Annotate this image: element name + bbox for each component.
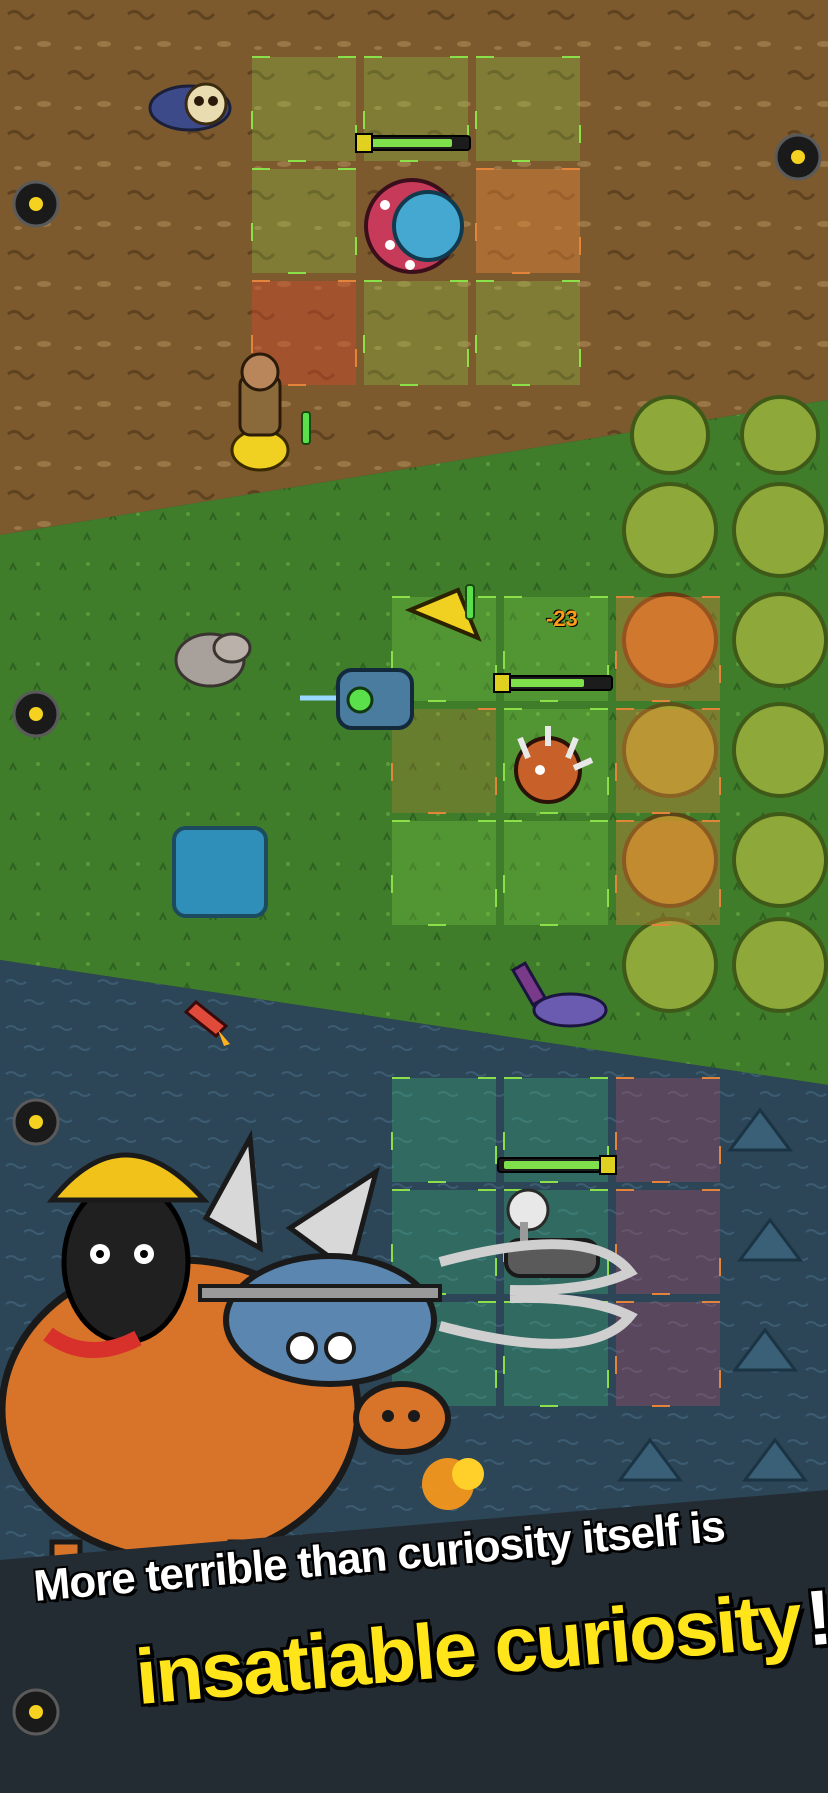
waypoint-marker-icon[interactable] (12, 690, 60, 738)
waypoint-marker-icon[interactable] (12, 1688, 60, 1736)
waypoint-marker-icon[interactable] (774, 133, 822, 181)
health-bar (355, 133, 471, 153)
damage-popup: -23 (546, 606, 578, 631)
game-screen: -23 More terrible than curiosity itself … (0, 0, 828, 1793)
health-bar (493, 673, 613, 693)
waypoint-marker-icon[interactable] (12, 180, 60, 228)
game-map (0, 0, 828, 1793)
pond (172, 826, 268, 918)
health-bar (497, 1155, 617, 1175)
skull-pile-icon (148, 82, 232, 132)
waypoint-marker-icon[interactable] (12, 1098, 60, 1146)
